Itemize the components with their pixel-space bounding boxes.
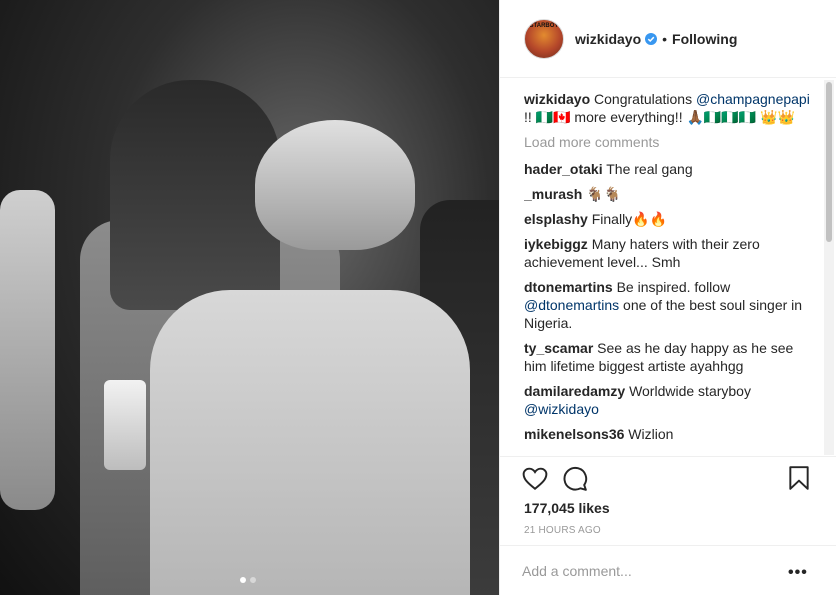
avatar-text: STARBOY — [529, 22, 559, 29]
timestamp[interactable]: 21 HOURS AGO — [524, 525, 601, 536]
list-item: mikenelsons36 Wizlion — [524, 425, 816, 443]
comment-user[interactable]: hader_otaki — [524, 161, 603, 177]
add-comment-input[interactable] — [522, 563, 762, 579]
more-options-button[interactable]: ••• — [788, 564, 808, 582]
comment-user[interactable]: damilaredamzy — [524, 383, 625, 399]
list-item: ty_scamar See as he day happy as he see … — [524, 339, 816, 375]
comment-user[interactable]: iykebiggz — [524, 236, 588, 252]
post-actions: 177,045 likes 21 HOURS AGO ••• — [500, 456, 836, 594]
comment-user[interactable]: elsplashy — [524, 211, 588, 227]
list-item: elsplashy Finally🔥🔥 — [524, 210, 816, 228]
mention-link[interactable]: @dtonemartins — [524, 297, 619, 313]
comment-text: Congratulations — [594, 91, 693, 107]
add-comment-bar: ••• — [500, 545, 836, 595]
post-header: STARBOY wizkidayo • Following — [500, 0, 836, 78]
comment-user[interactable]: _murash — [524, 186, 582, 202]
post-caption: wizkidayo Congratulations @champagnepapi… — [524, 90, 816, 126]
list-item: damilaredamzy Worldwide staryboy @wizkid… — [524, 382, 816, 418]
comment-user[interactable]: mikenelsons36 — [524, 426, 624, 442]
photo-glass — [104, 380, 146, 470]
post-photo[interactable] — [0, 0, 499, 595]
mention-link[interactable]: @champagnepapi — [696, 91, 810, 107]
verified-badge-icon — [645, 32, 658, 45]
mention-link[interactable]: @wizkidayo — [524, 401, 599, 417]
carousel-indicator — [240, 577, 256, 583]
comment-icon[interactable] — [562, 466, 588, 492]
comment-text: Finally🔥🔥 — [591, 211, 668, 227]
post-side-panel: STARBOY wizkidayo • Following wizkidayo … — [499, 0, 836, 595]
comment-user[interactable]: ty_scamar — [524, 340, 593, 356]
photo-background-person — [0, 190, 55, 510]
load-more-comments[interactable]: Load more comments — [524, 133, 816, 151]
comment-user[interactable]: wizkidayo — [524, 91, 590, 107]
bookmark-icon[interactable] — [786, 465, 812, 491]
comments-scrollbar[interactable] — [824, 80, 834, 455]
carousel-dot — [240, 577, 246, 583]
photo-person-cap — [255, 120, 415, 250]
avatar[interactable]: STARBOY — [524, 18, 564, 59]
list-item: dtonemartins Be inspired. follow @dtonem… — [524, 278, 816, 332]
comment-text: 🐐🐐 — [586, 186, 622, 202]
list-item: iykebiggz Many haters with their zero ac… — [524, 235, 816, 271]
comment-user[interactable]: dtonemartins — [524, 279, 613, 295]
comment-text: !! 🇳🇬🇨🇦 more everything!! 🙏🏾🇳🇬🇳🇬🇳🇬 👑👑 — [524, 109, 795, 125]
heart-icon[interactable] — [522, 466, 548, 492]
carousel-dot — [250, 577, 256, 583]
comment-text: Worldwide staryboy — [629, 383, 751, 399]
comment-text: The real gang — [606, 161, 693, 177]
following-button[interactable]: Following — [672, 31, 737, 47]
likes-count[interactable]: 177,045 likes — [524, 500, 610, 516]
list-item: _murash 🐐🐐 — [524, 185, 816, 203]
comment-text: Wizlion — [628, 426, 674, 442]
separator-dot: • — [662, 30, 668, 47]
comments-list: wizkidayo Congratulations @champagnepapi… — [524, 90, 816, 458]
scrollbar-thumb[interactable] — [826, 82, 832, 242]
comment-text: Be inspired. follow — [616, 279, 731, 295]
post-username[interactable]: wizkidayo — [575, 31, 641, 47]
photo-person-shirt — [150, 290, 470, 595]
list-item: hader_otaki The real gang — [524, 160, 816, 178]
